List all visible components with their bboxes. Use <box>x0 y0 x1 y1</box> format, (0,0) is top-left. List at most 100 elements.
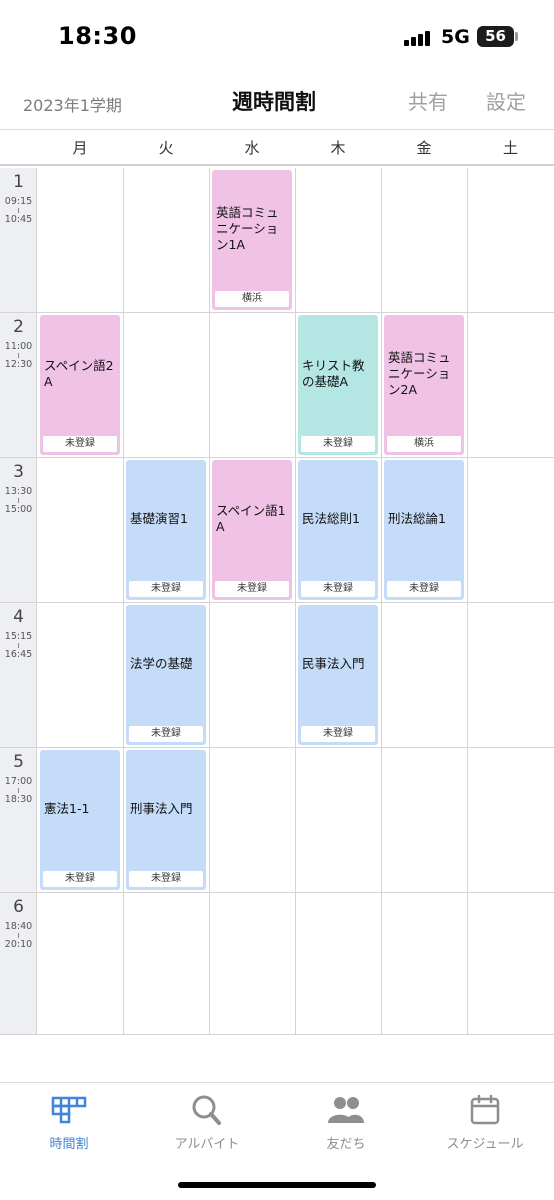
day-fri: 金 <box>416 139 432 157</box>
page-title: 週時間割 <box>232 90 316 114</box>
friends-icon <box>328 1097 364 1123</box>
app-header: 2023年1学期 週時間割 共有 設定 <box>0 72 554 128</box>
period-column: 1 09:15 10:45 2 11:00 12:30 3 13:30 15:0… <box>0 168 37 1035</box>
day-header: 月 火 水 木 金 土 <box>0 130 554 166</box>
course-name: 憲法1-1 <box>44 801 90 816</box>
course-room: 横浜 <box>387 436 461 452</box>
course-card[interactable]: 基礎演習1 未登録 <box>126 460 206 600</box>
course-name: スペイン語1A <box>216 503 286 534</box>
period-end-time: 10:45 <box>4 214 33 225</box>
period-tick <box>18 208 19 213</box>
calendar-icon <box>470 1094 500 1125</box>
course-card[interactable]: 刑法総論1 未登録 <box>384 460 464 600</box>
course-room: 未登録 <box>301 581 375 597</box>
course-name: 英語コミュニケーション2A <box>388 350 451 397</box>
period-number: 6 <box>13 897 24 917</box>
course-room: 未登録 <box>129 581 203 597</box>
tab-part-time[interactable]: アルバイト <box>152 1083 262 1163</box>
day-tue: 火 <box>158 139 174 157</box>
period-number: 1 <box>13 172 24 192</box>
day-thu: 木 <box>330 139 346 157</box>
tab-schedule[interactable]: スケジュール <box>430 1083 540 1163</box>
home-indicator <box>178 1182 376 1188</box>
battery-tip <box>515 32 518 41</box>
course-card[interactable]: 民事法入門 未登録 <box>298 605 378 745</box>
timetable-grid: 1 09:15 10:45 2 11:00 12:30 3 13:30 15:0… <box>0 168 554 1035</box>
tab-friends[interactable]: 友だち <box>291 1083 401 1163</box>
period-row-2: 2 11:00 12:30 <box>0 313 37 458</box>
course-card[interactable]: キリスト教の基礎A 未登録 <box>298 315 378 455</box>
period-number: 5 <box>13 752 24 772</box>
course-room: 未登録 <box>43 436 117 452</box>
course-card[interactable]: 刑事法入門 未登録 <box>126 750 206 890</box>
tab-label: 時間割 <box>49 1137 89 1152</box>
period-start-time: 17:00 <box>4 776 33 787</box>
tab-label: アルバイト <box>174 1137 240 1152</box>
course-name: 刑法総論1 <box>388 511 446 526</box>
period-start-time: 09:15 <box>4 196 33 207</box>
settings-button[interactable]: 設定 <box>486 86 526 115</box>
share-button[interactable]: 共有 <box>408 86 448 115</box>
grid-line <box>37 892 554 893</box>
search-icon <box>192 1095 221 1125</box>
course-name: 基礎演習1 <box>130 511 188 526</box>
course-name: 民法総則1 <box>302 511 360 526</box>
period-start-time: 11:00 <box>4 341 33 352</box>
tab-label: 友だち <box>326 1137 366 1152</box>
day-mon: 月 <box>72 139 88 157</box>
period-tick <box>18 498 19 503</box>
course-room: 横浜 <box>215 291 289 307</box>
timetable-icon <box>51 1096 87 1124</box>
period-row-6: 6 18:40 20:10 <box>0 893 37 1035</box>
period-start-time: 13:30 <box>4 486 33 497</box>
period-end-time: 18:30 <box>4 794 33 805</box>
period-number: 3 <box>13 462 24 482</box>
network-label: 5G <box>441 26 470 48</box>
course-room: 未登録 <box>43 871 117 887</box>
course-card[interactable]: 民法総則1 未登録 <box>298 460 378 600</box>
period-end-time: 15:00 <box>4 504 33 515</box>
course-room: 未登録 <box>215 581 289 597</box>
course-room: 未登録 <box>301 726 375 742</box>
day-sat: 土 <box>502 139 518 157</box>
period-start-time: 18:40 <box>4 921 33 932</box>
period-row-1: 1 09:15 10:45 <box>0 168 37 313</box>
course-name: キリスト教の基礎A <box>302 358 365 389</box>
course-name: スペイン語2A <box>44 358 114 389</box>
status-bar: 18:30 5G 56 <box>0 0 554 70</box>
period-tick <box>18 643 19 648</box>
grid-line <box>37 1034 554 1035</box>
course-name: 英語コミュニケーション1A <box>216 205 279 252</box>
day-wed: 水 <box>244 139 260 157</box>
period-tick <box>18 933 19 938</box>
course-card[interactable]: 法学の基礎 未登録 <box>126 605 206 745</box>
course-name: 法学の基礎 <box>130 656 193 671</box>
period-end-time: 20:10 <box>4 939 33 950</box>
grid-line <box>37 457 554 458</box>
grid-line <box>37 602 554 603</box>
course-name: 刑事法入門 <box>130 801 193 816</box>
grid-line <box>37 747 554 748</box>
course-room: 未登録 <box>387 581 461 597</box>
tab-timetable[interactable]: 時間割 <box>14 1083 124 1163</box>
battery-icon: 56 <box>477 26 514 47</box>
course-card[interactable]: スペイン語1A 未登録 <box>212 460 292 600</box>
period-row-4: 4 15:15 16:45 <box>0 603 37 748</box>
course-room: 未登録 <box>129 726 203 742</box>
course-card[interactable]: 英語コミュニケーション1A 横浜 <box>212 170 292 310</box>
status-time: 18:30 <box>58 22 137 50</box>
course-room: 未登録 <box>301 436 375 452</box>
period-end-time: 12:30 <box>4 359 33 370</box>
course-card[interactable]: 憲法1-1 未登録 <box>40 750 120 890</box>
period-number: 2 <box>13 317 24 337</box>
course-card[interactable]: スペイン語2A 未登録 <box>40 315 120 455</box>
tab-label: スケジュール <box>446 1137 524 1152</box>
period-row-3: 3 13:30 15:00 <box>0 458 37 603</box>
period-number: 4 <box>13 607 24 627</box>
course-name: 民事法入門 <box>302 656 365 671</box>
term-selector[interactable]: 2023年1学期 <box>23 92 122 116</box>
course-room: 未登録 <box>129 871 203 887</box>
period-row-5: 5 17:00 18:30 <box>0 748 37 893</box>
signal-icon <box>404 30 434 46</box>
course-card[interactable]: 英語コミュニケーション2A 横浜 <box>384 315 464 455</box>
